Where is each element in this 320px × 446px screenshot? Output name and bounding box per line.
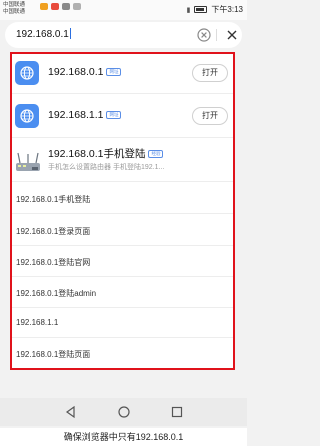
open-button[interactable]: 打开 [192, 107, 228, 125]
suggestion-text: 192.168.0.1登录页面 [16, 227, 91, 236]
status-bar: 中国联通 中国联通 ▮ 下午3:13 [0, 0, 247, 20]
notification-app-icon [62, 3, 70, 10]
search-input-value: 192.168.0.1 [16, 29, 69, 40]
notification-icons [40, 3, 81, 10]
result-title-text: 192.168.0.1 [48, 66, 104, 78]
result-title: 192.168.1.1 网址 [48, 109, 122, 121]
result-title-text: 192.168.0.1手机登陆 [48, 148, 146, 160]
home-icon[interactable] [117, 405, 131, 419]
suggestion-row[interactable]: 192.168.0.1登陆官网 [12, 246, 233, 277]
suggestion-row[interactable]: 192.168.0.1登录页面 [12, 214, 233, 246]
result-row[interactable]: 192.168.0.1 网址 打开 [12, 54, 233, 94]
globe-icon [15, 61, 39, 85]
result-tag: 经验 [148, 150, 164, 158]
result-title: 192.168.0.1 网址 [48, 66, 122, 78]
recents-icon[interactable] [170, 405, 184, 419]
result-title: 192.168.0.1手机登陆 经验 [48, 146, 164, 161]
close-icon[interactable] [225, 28, 239, 42]
signal-icon: ▮ [186, 6, 191, 14]
suggestion-text: 192.168.0.1登陆官网 [16, 258, 91, 267]
suggestion-panel: 192.168.0.1 网址 打开 192.168.1.1 网址 打开 192.16… [10, 52, 235, 370]
result-tag: 网址 [106, 111, 122, 119]
suggestion-row[interactable]: 192.168.1.1 [12, 308, 233, 338]
router-thumbnail-icon [16, 152, 40, 171]
suggestion-row[interactable]: 192.168.0.1手机登陆 [12, 182, 233, 214]
open-button[interactable]: 打开 [192, 64, 228, 82]
notification-app-icon [73, 3, 81, 10]
suggestion-text: 192.168.0.1手机登陆 [16, 195, 91, 204]
result-subtitle: 手机怎么设置路由器 手机登陆192.1... [48, 164, 165, 171]
result-tag: 网址 [106, 68, 122, 76]
caption-text: 确保浏览器中只有192.168.0.1 [0, 428, 247, 446]
suggestion-row[interactable]: 192.168.0.1登陆admin [12, 277, 233, 308]
clock: 下午3:13 [211, 5, 243, 14]
globe-icon [15, 104, 39, 128]
navigation-bar [0, 398, 247, 426]
suggestion-row[interactable]: 192.168.0.1登陆页面 [12, 338, 233, 368]
suggestion-text: 192.168.0.1登陆admin [16, 289, 97, 298]
carrier-label-1: 中国联通 [3, 2, 26, 8]
result-row[interactable]: 192.168.0.1手机登陆 经验 手机怎么设置路由器 手机登陆192.1... [12, 138, 233, 182]
carrier-label-2: 中国联通 [3, 9, 26, 15]
search-bar[interactable]: 192.168.0.1 [5, 22, 242, 48]
search-input[interactable]: 192.168.0.1 [16, 27, 71, 43]
battery-icon [194, 6, 208, 13]
text-caret [69, 28, 71, 39]
search-divider [216, 29, 217, 41]
suggestion-text: 192.168.1.1 [16, 318, 59, 327]
suggestion-text: 192.168.0.1登陆页面 [16, 350, 91, 359]
clear-icon[interactable] [197, 28, 211, 42]
result-title-text: 192.168.1.1 [48, 109, 104, 121]
back-icon[interactable] [64, 405, 78, 419]
notification-app-icon [40, 3, 48, 10]
notification-app-icon [51, 3, 59, 10]
status-right: ▮ 下午3:13 [187, 4, 243, 15]
result-row[interactable]: 192.168.1.1 网址 打开 [12, 94, 233, 138]
